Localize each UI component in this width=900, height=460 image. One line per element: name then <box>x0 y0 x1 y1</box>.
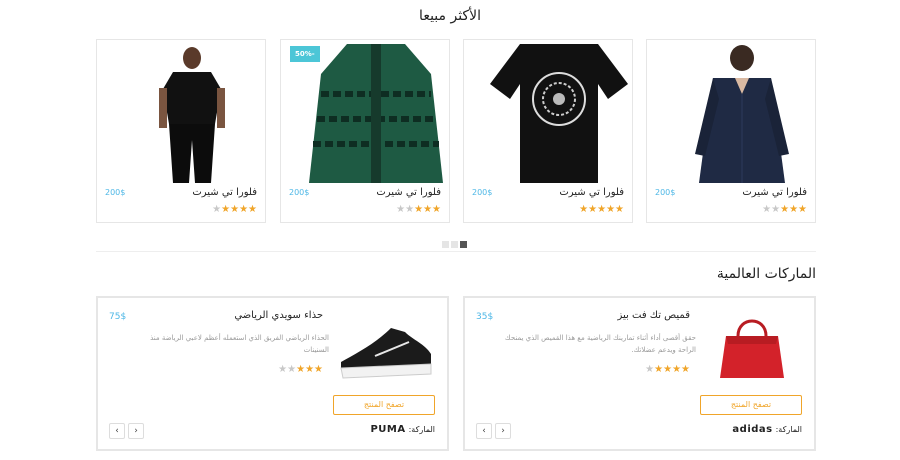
product-name[interactable]: فلورا تي شيرت <box>376 187 441 198</box>
star-filled-icon: ★ <box>789 204 799 215</box>
blouse-image <box>673 44 811 183</box>
product-card[interactable]: فلورا تي شيرت 200$ ★ ★ ★ ★ ★ <box>646 39 816 223</box>
adidas-logo: adidas <box>732 424 773 435</box>
star-filled-icon: ★ <box>597 204 607 215</box>
section-divider <box>96 251 816 252</box>
star-filled-icon: ★ <box>239 204 249 215</box>
star-filled-icon: ★ <box>681 364 690 375</box>
best-selling-title: الأكثر مبيعا <box>419 8 481 24</box>
product-image[interactable] <box>702 314 802 384</box>
star-filled-icon: ★ <box>606 204 616 215</box>
product-card[interactable]: فلورا تي شيرت 200$ ★ ★ ★ ★ ★ <box>463 39 633 223</box>
man-tshirt-image <box>123 44 261 183</box>
card-navigation: ‹ › <box>476 423 511 439</box>
brand-product-name[interactable]: قميص تك فت بيز <box>618 310 691 321</box>
carousel-pagination <box>442 241 467 248</box>
star-empty-icon: ★ <box>278 364 288 375</box>
brand-product-price: 35$ <box>476 312 494 322</box>
product-price: 200$ <box>655 188 676 197</box>
brand-product-description: حقق أقصى أداء أثناء تمارينك الرياضية مع … <box>504 334 696 354</box>
browse-product-button[interactable]: تصفح المنتج <box>333 395 435 415</box>
product-price: 200$ <box>105 188 126 197</box>
star-filled-icon: ★ <box>230 204 240 215</box>
star-empty-icon: ★ <box>771 204 781 215</box>
tshirt-image <box>490 44 628 183</box>
star-filled-icon: ★ <box>432 204 441 215</box>
product-image[interactable] <box>307 44 445 183</box>
handbag-image <box>720 319 784 378</box>
puma-logo: PUMA <box>370 424 406 435</box>
star-filled-icon: ★ <box>654 364 664 375</box>
rating-stars: ★ ★ ★ ★ ★ <box>579 204 624 215</box>
rating-stars: ★ ★ ★ ★ ★ <box>396 204 441 215</box>
browse-product-button[interactable]: تصفح المنتج <box>700 395 802 415</box>
brand-product-name[interactable]: حذاء سويدي الرياضي <box>234 310 323 321</box>
global-brands-title: الماركات العالمية <box>716 266 816 282</box>
star-empty-icon: ★ <box>212 204 222 215</box>
pagination-dot[interactable] <box>442 241 449 248</box>
rating-stars: ★ ★ ★ ★ ★ <box>212 204 257 215</box>
jacket-image <box>307 44 445 183</box>
next-arrow-icon[interactable]: › <box>128 423 144 439</box>
brand-product-description: الحذاء الرياضي الفريق الذي استعمله أعظم … <box>150 334 329 354</box>
product-image[interactable] <box>673 44 811 183</box>
product-price: 200$ <box>289 188 310 197</box>
discount-badge: 50%- <box>290 46 320 62</box>
product-price: 200$ <box>472 188 493 197</box>
next-arrow-icon[interactable]: › <box>495 423 511 439</box>
brand-label: الماركة: adidas <box>732 424 802 435</box>
card-navigation: ‹ › <box>109 423 144 439</box>
brand-product-card: قميص تك فت بيز 35$ حقق أقصى أداء أثناء ت… <box>463 296 816 451</box>
product-image[interactable] <box>123 44 261 183</box>
star-filled-icon: ★ <box>663 364 673 375</box>
star-empty-icon: ★ <box>645 364 655 375</box>
rating-stars: ★ ★ ★ ★ ★ <box>645 364 690 375</box>
product-card[interactable]: فلورا تي شيرت 200$ ★ ★ ★ ★ ★ <box>96 39 266 223</box>
star-filled-icon: ★ <box>615 204 624 215</box>
star-filled-icon: ★ <box>798 204 807 215</box>
star-filled-icon: ★ <box>588 204 598 215</box>
product-card[interactable]: 50%- فلورا تي شيرت 200$ ★ ★ ★ ★ ★ <box>280 39 450 223</box>
star-filled-icon: ★ <box>579 204 589 215</box>
brand-product-price: 75$ <box>109 312 127 322</box>
brand-label-text: الماركة: <box>408 425 435 434</box>
prev-arrow-icon[interactable]: ‹ <box>109 423 125 439</box>
star-empty-icon: ★ <box>405 204 415 215</box>
star-filled-icon: ★ <box>780 204 790 215</box>
brand-product-card: حذاء سويدي الرياضي 75$ الحذاء الرياضي ال… <box>96 296 449 451</box>
prev-arrow-icon[interactable]: ‹ <box>476 423 492 439</box>
star-filled-icon: ★ <box>305 364 315 375</box>
star-filled-icon: ★ <box>248 204 257 215</box>
star-filled-icon: ★ <box>672 364 682 375</box>
star-empty-icon: ★ <box>396 204 406 215</box>
product-image[interactable] <box>335 314 435 384</box>
star-filled-icon: ★ <box>296 364 306 375</box>
pagination-dot-active[interactable] <box>460 241 467 248</box>
rating-stars: ★ ★ ★ ★ ★ <box>278 364 323 375</box>
star-empty-icon: ★ <box>287 364 297 375</box>
product-name[interactable]: فلورا تي شيرت <box>192 187 257 198</box>
pagination-dot[interactable] <box>451 241 458 248</box>
brand-label: الماركة: PUMA <box>370 424 435 435</box>
star-filled-icon: ★ <box>423 204 433 215</box>
product-name[interactable]: فلورا تي شيرت <box>742 187 807 198</box>
sneaker-image <box>340 328 432 379</box>
brand-label-text: الماركة: <box>775 425 802 434</box>
product-image[interactable] <box>490 44 628 183</box>
star-filled-icon: ★ <box>314 364 323 375</box>
star-filled-icon: ★ <box>221 204 231 215</box>
rating-stars: ★ ★ ★ ★ ★ <box>762 204 807 215</box>
star-empty-icon: ★ <box>762 204 772 215</box>
star-filled-icon: ★ <box>414 204 424 215</box>
product-name[interactable]: فلورا تي شيرت <box>559 187 624 198</box>
